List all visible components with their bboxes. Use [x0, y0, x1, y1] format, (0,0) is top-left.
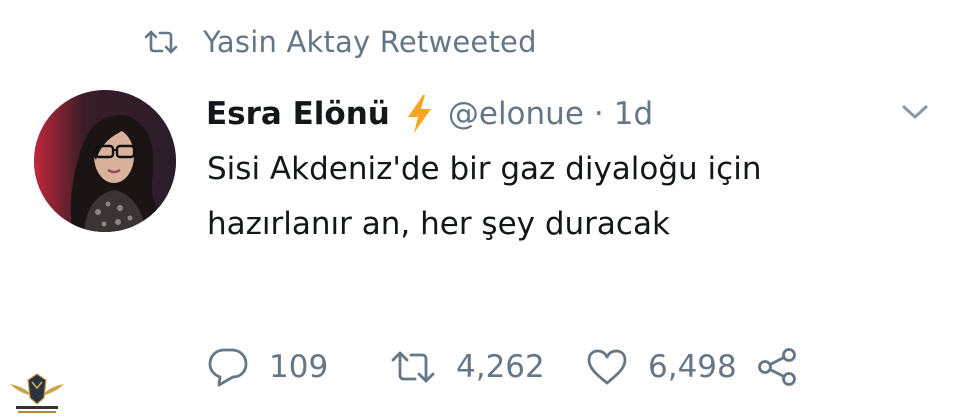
avatar[interactable] — [34, 90, 176, 232]
reply-count: 109 — [269, 349, 329, 385]
author-handle[interactable]: @elonue — [448, 96, 584, 132]
tweet-text-line: Sisi Akdeniz'de bir gaz diyaloğu için — [207, 151, 762, 187]
reply-icon — [207, 347, 249, 387]
like-button[interactable]: 6,498 — [586, 348, 756, 386]
retweet-button[interactable]: 4,262 — [390, 349, 586, 385]
retweet-icon — [143, 29, 179, 55]
reply-button[interactable]: 109 — [207, 347, 390, 387]
author-name[interactable]: Esra Elönü — [206, 96, 390, 132]
retweeted-by-label[interactable]: Yasin Aktay Retweeted — [203, 25, 537, 59]
retweet-icon — [390, 350, 436, 384]
tweet-actions: 109 4,262 6,498 — [207, 342, 798, 392]
watermark-logo — [6, 368, 68, 418]
tweet-timestamp[interactable]: 1d — [614, 96, 653, 132]
separator-dot: · — [593, 96, 604, 132]
tweet-text: Sisi Akdeniz'de bir gaz diyaloğu için ha… — [207, 142, 897, 252]
lightning-bolt-icon — [404, 94, 434, 134]
share-button[interactable] — [756, 347, 798, 387]
like-count: 6,498 — [648, 349, 737, 385]
retweet-count: 4,262 — [456, 349, 545, 385]
retweet-context: Yasin Aktay Retweeted — [143, 22, 537, 62]
tweet-text-line: hazırlanır an, her şey duracak — [207, 206, 670, 242]
heart-icon — [586, 348, 628, 386]
share-icon — [756, 347, 798, 387]
chevron-down-icon[interactable] — [898, 100, 932, 124]
tweet-header: Esra Elönü @elonue · 1d — [206, 90, 653, 138]
